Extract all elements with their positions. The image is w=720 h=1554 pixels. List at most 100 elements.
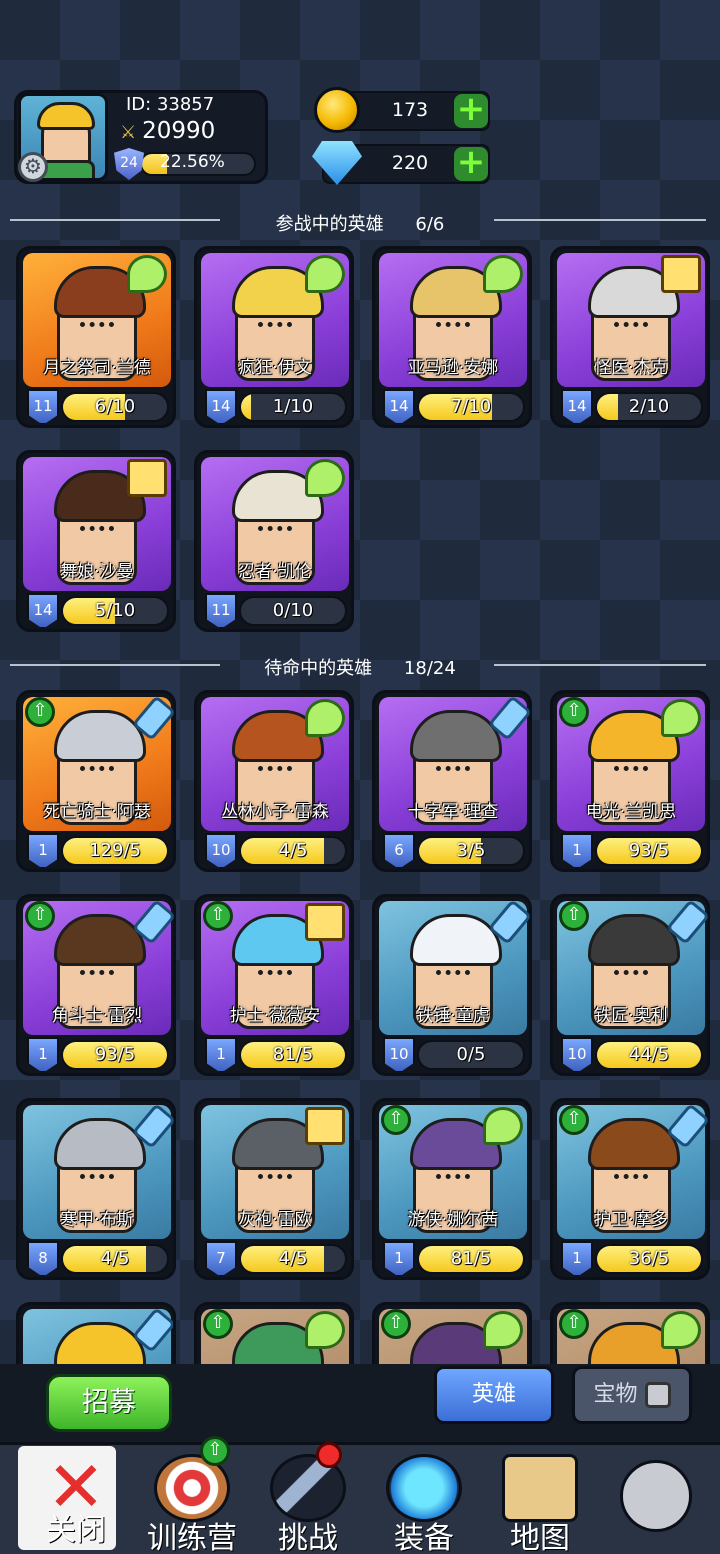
hero-card[interactable]: ⇧ 游侠·娜尔茜 1 81/5 [372,1098,532,1280]
book-icon [661,255,701,293]
hero-name: 丛林小子·雷森 [221,802,329,822]
hero-name: 疯狂·伊文 [238,358,312,378]
shard-progress-text: 129/5 [89,840,141,861]
hero-level-badge: 14 [27,593,59,629]
active-section-title: 参战中的英雄 [275,214,384,235]
hero-card[interactable]: ⇧ [550,1302,710,1364]
shard-progress-bar: 1/10 [239,392,347,422]
hero-card[interactable]: 月之祭司·兰德 11 6/10 [16,246,176,428]
hero-card[interactable]: ⇧ 死亡骑士·阿瑟 1 129/5 [16,690,177,872]
hero-level-badge: 14 [561,389,593,425]
hero-level-badge: 7 [205,1241,237,1277]
hero-level-badge: 1 [561,1241,593,1277]
hero-card[interactable]: 丛林小子·雷森 10 4/5 [194,690,354,872]
player-id: ID: 33857 [126,94,215,115]
shard-progress-bar: 4/5 [61,1244,169,1274]
gem-amount: 220 [391,152,429,174]
nav-map[interactable]: 地图 [482,1446,598,1554]
hero-level-badge: 1 [383,1241,415,1277]
hero-card[interactable]: 疯狂·伊文 14 1/10 [194,246,354,428]
upgrade-arrow-icon: ⇧ [559,697,589,727]
upgrade-arrow-icon: ⇧ [559,1105,589,1135]
hero-card[interactable]: ⇧ 角斗士·雷烈 1 93/5 [16,894,177,1076]
hero-card[interactable]: ⇧ [372,1302,532,1364]
hero-card[interactable]: 铁锤·童虎 10 0/5 [372,894,533,1076]
shard-progress-text: 5/10 [94,600,136,621]
hero-name: 寒甲·布斯 [60,1210,134,1230]
upgrade-arrow-icon: ⇧ [381,1309,411,1339]
upgrade-arrow-icon: ⇧ [203,901,233,931]
hero-card[interactable]: 寒甲·布斯 8 4/5 [16,1098,177,1280]
nav-label: 训练营 [147,1521,237,1554]
upgrade-arrow-icon: ⇧ [25,901,55,931]
hero-card[interactable]: 忍者·凯伦 11 0/10 [194,450,354,632]
hero-card[interactable]: ⇧ 护士·薇薇安 1 81/5 [194,894,354,1076]
active-section-header: 参战中的英雄 6/6 [0,210,720,236]
hero-card[interactable] [16,1302,176,1364]
add-gems-button[interactable]: + [454,145,488,181]
hero-card[interactable]: ⇧ 铁匠·奥利 10 44/5 [550,894,711,1076]
hero-card[interactable]: ⇧ 电光·兰凯思 1 93/5 [550,690,710,872]
shard-progress-bar: 3/5 [417,836,525,866]
hero-card[interactable]: 灰袍·雷欧 7 4/5 [194,1098,354,1280]
nav-close[interactable]: ✕ 关闭 [18,1446,134,1554]
wing-icon [661,699,701,737]
standby-section-header: 待命中的英雄 18/24 [0,654,720,680]
close-icon: ✕ [46,1446,106,1528]
shard-progress-text: 44/5 [628,1044,670,1065]
hero-level-badge: 1 [561,833,593,869]
hero-figure [232,1322,324,1364]
nav-sword-challenge[interactable]: 挑战 [250,1446,366,1554]
upgrade-arrow-icon: ⇧ [559,1309,589,1339]
shard-progress-bar: 6/10 [61,392,169,422]
hero-name: 护士·薇薇安 [229,1006,321,1026]
shard-progress-bar: 36/5 [595,1244,703,1274]
nav-label: 关闭 [46,1513,106,1548]
hero-card[interactable]: ⇧ [194,1302,354,1364]
hero-card[interactable]: 怪医·杰克 14 2/10 [550,246,710,428]
wing-icon [127,255,167,293]
hero-level-badge: 11 [205,593,237,629]
gear-icon[interactable]: ⚙ [18,152,48,182]
hero-level-badge: 1 [27,1037,59,1073]
hero-figure [410,1322,502,1364]
hero-name: 电光·兰凯思 [585,802,677,822]
shard-progress-text: 2/10 [628,396,670,417]
wing-icon [305,1311,345,1349]
tab-heroes[interactable]: 英雄 [434,1366,554,1424]
add-gold-button[interactable]: + [454,92,488,128]
hero-card[interactable]: 舞娘·沙曼 14 5/10 [16,450,176,632]
hero-name: 铁锤·童虎 [416,1006,490,1026]
upgrade-arrow-icon: ⇧ [203,1309,233,1339]
wing-icon [305,459,345,497]
hero-card[interactable]: 十字军·理查 6 3/5 [372,690,533,872]
hero-level-badge: 10 [383,1037,415,1073]
nav-locked[interactable] [598,1446,714,1554]
xp-percent: 22.56% [160,152,225,172]
upgrade-arrow-icon: ⇧ [25,697,55,727]
standby-section-count: 18/24 [403,658,456,679]
nav-training-target[interactable]: 训练营 [134,1446,250,1554]
shard-progress-text: 93/5 [94,1044,136,1065]
hero-name: 游侠·娜尔茜 [407,1210,499,1230]
hero-level-badge: 8 [27,1241,59,1277]
hero-name: 亚马逊·安娜 [407,358,499,378]
shard-progress-text: 4/5 [278,840,308,861]
book-icon [127,459,167,497]
hero-name: 灰袍·雷欧 [238,1210,312,1230]
tab-locked[interactable]: 宝物 [572,1366,692,1424]
hero-name: 角斗士·雷烈 [51,1006,143,1026]
hero-card[interactable]: 亚马逊·安娜 14 7/10 [372,246,532,428]
shard-progress-text: 3/5 [456,840,486,861]
nav-label: 地图 [510,1521,570,1554]
wing-icon [305,255,345,293]
hero-level-badge: 14 [205,389,237,425]
hero-level-badge: 1 [205,1037,237,1073]
standby-section-title: 待命中的英雄 [264,658,373,679]
recruit-button[interactable]: 招募 [46,1374,172,1432]
hero-card[interactable]: ⇧ 护卫·摩多 1 36/5 [550,1098,711,1280]
shard-progress-bar: 2/10 [595,392,703,422]
lock-icon [644,1382,671,1408]
shard-progress-text: 7/10 [450,396,492,417]
nav-armor[interactable]: 装备 [366,1446,482,1554]
